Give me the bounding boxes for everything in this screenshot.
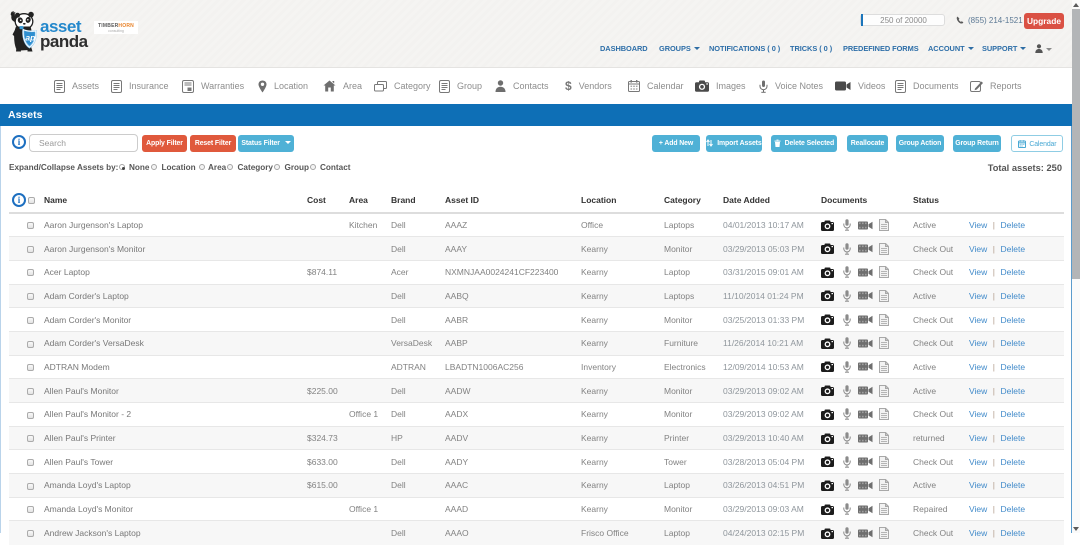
- svg-text:ap: ap: [25, 33, 35, 43]
